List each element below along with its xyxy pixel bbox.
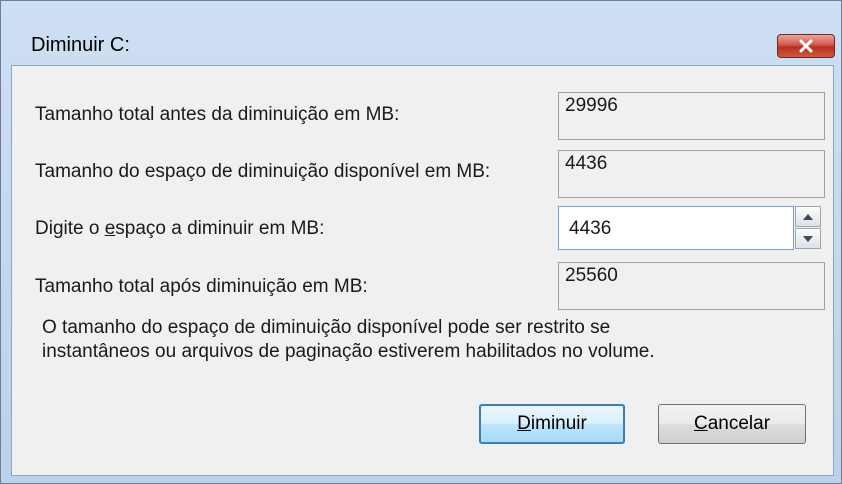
arrow-up-icon xyxy=(803,213,813,220)
spin-down-button[interactable] xyxy=(795,228,821,249)
total-after-label: Tamanho total após diminuição em MB: xyxy=(35,276,368,297)
note-line-1: O tamanho do espaço de diminuição dispon… xyxy=(42,317,611,338)
shrink-amount-input[interactable]: 4436 xyxy=(558,206,794,250)
total-after-value: 25560 xyxy=(558,262,825,310)
title-bar[interactable]: Diminuir C: xyxy=(1,1,841,63)
amount-label: Digite o espaço a diminuir em MB: xyxy=(35,218,325,239)
cancel-button[interactable]: Cancelar xyxy=(658,404,806,444)
spin-up-button[interactable] xyxy=(795,206,821,227)
available-label: Tamanho do espaço de diminuição disponív… xyxy=(35,161,491,182)
close-icon xyxy=(799,39,813,53)
shrink-dialog: Diminuir C: Tamanho total antes da dimin… xyxy=(0,0,842,484)
restriction-note: O tamanho do espaço de diminuição dispon… xyxy=(42,316,655,364)
shrink-button[interactable]: Diminuir xyxy=(479,404,625,444)
close-button[interactable] xyxy=(777,34,835,58)
dialog-content: Tamanho total antes da diminuição em MB:… xyxy=(11,65,834,476)
total-before-value: 29996 xyxy=(558,92,825,140)
available-value: 4436 xyxy=(558,150,825,198)
total-before-label: Tamanho total antes da diminuição em MB: xyxy=(35,104,400,125)
note-line-2: instantâneos ou arquivos de paginação es… xyxy=(42,341,655,362)
arrow-down-icon xyxy=(803,235,813,242)
dialog-title: Diminuir C: xyxy=(31,34,130,56)
amount-spinner[interactable] xyxy=(795,206,821,250)
